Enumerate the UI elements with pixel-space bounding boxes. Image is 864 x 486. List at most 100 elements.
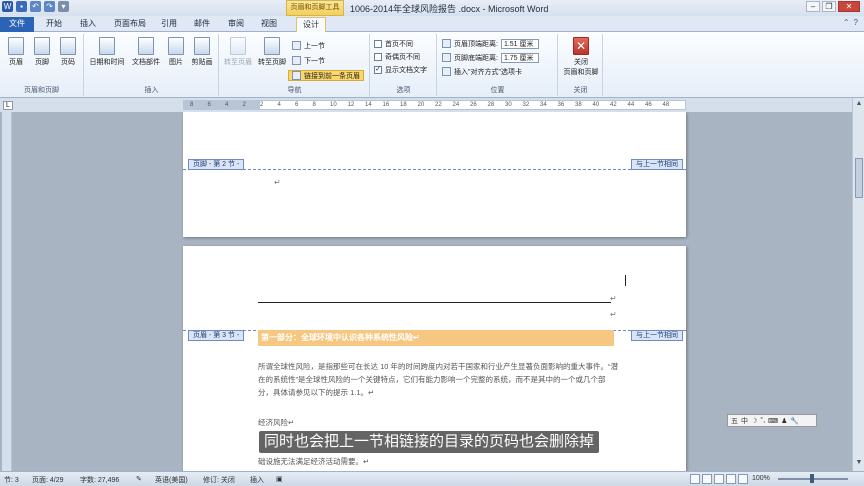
help-icon[interactable]: ? xyxy=(854,18,858,27)
header-from-top-spinner[interactable]: 1.51 厘米 xyxy=(500,38,539,49)
ime-item-icon[interactable]: 五 xyxy=(731,416,738,426)
footer-section-tag: 页脚 - 第 2 节 - xyxy=(188,159,245,170)
document-page[interactable]: 页脚 - 第 2 节 - 与上一节相同 ↵ xyxy=(183,112,686,237)
context-tool-header: 页眉和页脚工具 xyxy=(286,0,344,16)
ruler-tick-label: 14 xyxy=(365,102,372,108)
checkbox[interactable] xyxy=(374,39,382,48)
tab-mailings[interactable]: 邮件 xyxy=(188,17,216,32)
quickparts-icon xyxy=(138,37,154,55)
goto-footer-button[interactable]: 转至页脚 xyxy=(256,37,288,67)
section-heading[interactable]: 第一部分：全球环境中认识各种系统性风险↵ xyxy=(258,330,614,346)
tab-design[interactable]: 设计 xyxy=(296,17,326,32)
macro-recording-icon[interactable]: ▣ xyxy=(276,475,283,483)
draft-view-icon[interactable] xyxy=(738,474,748,484)
status-language[interactable]: 英语(美国) xyxy=(155,475,188,485)
quickparts-button[interactable]: 文档部件 xyxy=(129,37,163,67)
paragraph-mark: ↵ xyxy=(274,178,281,187)
close-header-footer-button[interactable]: ✕ 关闭 页眉和页脚 xyxy=(562,37,600,77)
restore-icon[interactable]: ❐ xyxy=(822,1,836,12)
zoom-level[interactable]: 100% xyxy=(752,475,770,482)
ruler-tick-label: 44 xyxy=(627,102,635,108)
window-title: 1006-2014年全球风险报告 .docx - Microsoft Word xyxy=(350,4,549,14)
word-icon[interactable]: W xyxy=(2,1,13,12)
ruler-tick-label: 10 xyxy=(330,102,337,108)
insert-alignment-tab-button[interactable]: 插入"对齐方式"选项卡 xyxy=(442,66,522,77)
header-icon xyxy=(8,37,24,55)
print-layout-view-icon[interactable] xyxy=(690,474,700,484)
zoom-slider-knob[interactable] xyxy=(810,474,814,483)
footer-separator xyxy=(183,169,686,170)
ruler-tick-label: 32 xyxy=(522,102,530,108)
tab-file[interactable]: 文件 xyxy=(0,17,34,32)
same-as-previous-tag: 与上一节相同 xyxy=(631,330,683,341)
goto-footer-icon xyxy=(264,37,280,55)
odd-even-different-option[interactable]: 奇偶页不同 xyxy=(374,51,420,62)
group-label: 选项 xyxy=(396,87,411,94)
status-insert-mode[interactable]: 插入 xyxy=(250,475,264,485)
body-paragraph[interactable]: 础设施无法满足经济活动需要。↵ xyxy=(258,455,618,468)
link-to-previous-button[interactable]: 链接到前一条页眉 xyxy=(288,70,364,81)
scroll-thumb[interactable] xyxy=(855,158,863,198)
next-section-button[interactable]: 下一节 xyxy=(292,55,325,66)
minimize-ribbon-icon[interactable]: ⌃ xyxy=(843,18,850,27)
save-icon[interactable]: ▪ xyxy=(16,1,27,12)
close-window-icon[interactable]: ✕ xyxy=(838,1,860,12)
picture-button[interactable]: 图片 xyxy=(163,37,189,67)
view-buttons xyxy=(690,474,748,484)
tab-review[interactable]: 审阅 xyxy=(222,17,250,32)
prev-section-button[interactable]: 上一节 xyxy=(292,40,325,51)
ruler-tick-label: 34 xyxy=(540,102,547,108)
checkbox-checked[interactable]: ✓ xyxy=(374,65,382,74)
tab-view[interactable]: 视图 xyxy=(255,17,283,32)
ime-item-icon[interactable]: °, xyxy=(760,417,765,424)
clipart-button[interactable]: 剪贴画 xyxy=(189,37,215,67)
tab-home[interactable]: 开始 xyxy=(40,17,68,32)
horizontal-ruler[interactable]: 8 6 4 2 2 4 6 8 10 12 14 16 18 20 22 24 26 28 30 32 34 36 38 40… xyxy=(183,100,686,110)
status-track-changes[interactable]: 修订: 关闭 xyxy=(203,475,235,485)
ime-item-icon[interactable]: ⌨ xyxy=(768,417,778,425)
scroll-up-icon[interactable]: ▲ xyxy=(854,100,864,110)
ribbon: 页眉 页脚 页码 页眉和页脚 日期和时间 文档部件 图片 剪贴画 插入 转至页眉… xyxy=(0,32,864,98)
status-word-count[interactable]: 字数: 27,496 xyxy=(80,475,119,485)
ruler-tick-label: 16 xyxy=(382,102,390,108)
customize-icon[interactable]: ▾ xyxy=(58,1,69,12)
footer-button[interactable]: 页脚 xyxy=(29,37,55,67)
ruler-tick-label: 2 xyxy=(260,102,264,108)
picture-icon xyxy=(168,37,184,55)
group-position: 页眉顶端距离: 1.51 厘米 页脚底端距离: 1.75 厘米 插入"对齐方式"选项… xyxy=(438,34,558,96)
tab-page-layout[interactable]: 页面布局 xyxy=(108,17,152,32)
header-button[interactable]: 页眉 xyxy=(3,37,29,67)
fullscreen-reading-view-icon[interactable] xyxy=(702,474,712,484)
status-section[interactable]: 节: 3 xyxy=(4,475,19,485)
tab-selector-icon[interactable]: L xyxy=(3,101,13,110)
vertical-scrollbar[interactable]: ▲ ▼ xyxy=(852,98,864,471)
ime-item-icon[interactable]: ☽ xyxy=(751,417,757,425)
ime-item-icon[interactable]: ♟ xyxy=(781,417,787,425)
ruler-tick-label: 22 xyxy=(435,102,442,108)
tab-references[interactable]: 引用 xyxy=(155,17,183,32)
ruler-tick-label: 8 xyxy=(190,102,194,108)
goto-header-button[interactable]: 转至页眉 xyxy=(222,37,254,67)
body-subheading[interactable]: 经济风险↵ xyxy=(258,416,618,429)
body-paragraph[interactable]: 所谓全球性风险，是指那些可在长达 10 年的时间跨度内对若干国家和行业产生显著负… xyxy=(258,360,618,399)
tab-insert[interactable]: 插入 xyxy=(74,17,102,32)
undo-icon[interactable]: ↶ xyxy=(30,1,41,12)
ime-item-icon[interactable]: 🔧 xyxy=(790,417,799,425)
minimize-icon[interactable]: – xyxy=(806,1,820,12)
checkbox[interactable] xyxy=(374,52,382,61)
scroll-down-icon[interactable]: ▼ xyxy=(854,459,864,469)
proofing-icon[interactable]: ✎ xyxy=(136,475,142,483)
web-layout-view-icon[interactable] xyxy=(714,474,724,484)
show-document-text-option[interactable]: ✓ 显示文档文字 xyxy=(374,64,427,75)
page-number-button[interactable]: 页码 xyxy=(55,37,81,67)
ime-item-icon[interactable]: 中 xyxy=(741,416,748,426)
footer-from-bottom-spinner[interactable]: 1.75 厘米 xyxy=(500,52,539,63)
document-workspace[interactable]: 页脚 - 第 2 节 - 与上一节相同 ↵ ↵ ↵ 页眉 - 第 3 节 - 与… xyxy=(0,112,852,471)
ime-toolbar[interactable]: 五中 ☽ °, ⌨ ♟ 🔧 xyxy=(727,414,817,427)
outline-view-icon[interactable] xyxy=(726,474,736,484)
status-page[interactable]: 页面: 4/29 xyxy=(32,475,64,485)
ribbon-tabs: 文件 开始 插入 页面布局 引用 邮件 审阅 视图 设计 ⌃ ? xyxy=(0,16,864,32)
datetime-button[interactable]: 日期和时间 xyxy=(87,37,127,67)
first-page-different-option[interactable]: 首页不同 xyxy=(374,38,413,49)
redo-icon[interactable]: ↷ xyxy=(44,1,55,12)
